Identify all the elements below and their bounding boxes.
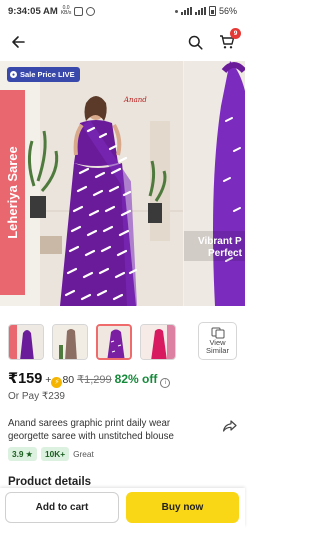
- coins-value: 80: [62, 374, 75, 386]
- buy-now-button[interactable]: Buy now: [126, 492, 239, 523]
- sale-badge-label: Sale Price LIVE: [20, 70, 75, 79]
- product-image-main[interactable]: Anand: [0, 61, 183, 306]
- status-bar: 9:34:05 AM 0.0 KB/s 56%: [0, 0, 245, 22]
- live-icon: ●: [10, 71, 17, 78]
- thumbnail-image: [141, 325, 175, 359]
- rating-row[interactable]: 3.9 ★ 10K+ Great: [8, 447, 94, 461]
- or-pay-price: Or Pay ₹239: [8, 391, 65, 402]
- notification-icon: [74, 6, 84, 16]
- product-photo: [0, 61, 183, 306]
- rating-value: 3.9: [12, 449, 24, 459]
- status-right: 56%: [174, 6, 237, 16]
- thumbnail-2[interactable]: [52, 324, 88, 360]
- thumbnail-4[interactable]: [140, 324, 176, 360]
- signal-icon: [180, 7, 192, 15]
- thumbnail-strip: View Similar: [0, 321, 245, 363]
- rating-label: Great: [73, 449, 94, 459]
- system-nav-area: [0, 527, 245, 545]
- brand-logo: Anand: [124, 96, 147, 104]
- status-left: 9:34:05 AM 0.0 KB/s: [8, 5, 96, 17]
- coins-text: + ⚡ 80: [45, 374, 75, 388]
- view-similar-line2: Similar: [206, 346, 229, 355]
- current-price: ₹159: [8, 371, 43, 387]
- thumbnail-image: [53, 325, 87, 359]
- price-row: ₹159 + ⚡ 80 ₹1,299 82% off i: [8, 371, 171, 388]
- network-unit: KB/s: [60, 10, 72, 16]
- star-icon: ★: [25, 449, 33, 459]
- thumbnail-image: [98, 326, 130, 358]
- next-caption-line2: Perfect: [208, 248, 242, 259]
- thumbnail-1[interactable]: [8, 324, 44, 360]
- discount-percent: 82% off: [114, 372, 158, 386]
- product-image-carousel[interactable]: Anand Vibrant P Perfect ● Sale Price LIV…: [0, 61, 245, 306]
- signal-icon-2: [194, 7, 206, 15]
- next-caption-line1: Vibrant P: [198, 236, 242, 247]
- add-to-cart-button[interactable]: Add to cart: [5, 492, 119, 523]
- arrow-left-icon: [12, 36, 25, 48]
- network-speed: 0.0 KB/s: [61, 6, 72, 16]
- rating-badge: 3.9 ★: [8, 447, 37, 461]
- mrp-price: ₹1,299: [77, 374, 112, 386]
- bottom-action-bar: Add to cart Buy now: [0, 488, 245, 527]
- search-icon: [188, 35, 203, 50]
- top-app-bar: 9: [0, 28, 245, 56]
- share-icon: [223, 420, 237, 432]
- leheriya-banner: Leheriya Saree: [0, 90, 25, 295]
- info-icon[interactable]: i: [160, 377, 171, 388]
- product-title: Anand sarees graphic print daily wear ge…: [8, 418, 174, 442]
- coin-icon: ⚡: [51, 376, 63, 388]
- share-button[interactable]: [222, 418, 238, 434]
- search-button[interactable]: [185, 32, 205, 52]
- rating-count: 10K+: [41, 447, 70, 461]
- battery-icon: [208, 6, 216, 16]
- next-product-photo: [184, 61, 245, 306]
- back-button[interactable]: [8, 32, 28, 52]
- side-banner-text: Leheriya Saree: [5, 146, 21, 239]
- battery-percent: 56%: [218, 6, 237, 16]
- product-image-next[interactable]: Vibrant P Perfect: [184, 61, 245, 306]
- thumbnail-3[interactable]: [96, 324, 132, 360]
- sale-price-live-badge: ● Sale Price LIVE: [7, 67, 80, 82]
- next-slide-caption: Vibrant P Perfect: [198, 236, 242, 260]
- view-similar-button[interactable]: View Similar: [198, 322, 237, 360]
- status-time: 9:34:05 AM: [8, 5, 58, 17]
- dot-icon: [174, 9, 178, 13]
- header-actions: 9: [185, 28, 241, 52]
- product-details-heading: Product details: [8, 476, 92, 488]
- cart-count-badge: 9: [230, 28, 241, 39]
- app-notification-icon: [86, 6, 96, 16]
- cart-button[interactable]: 9: [217, 28, 241, 52]
- thumbnail-image: [9, 325, 43, 359]
